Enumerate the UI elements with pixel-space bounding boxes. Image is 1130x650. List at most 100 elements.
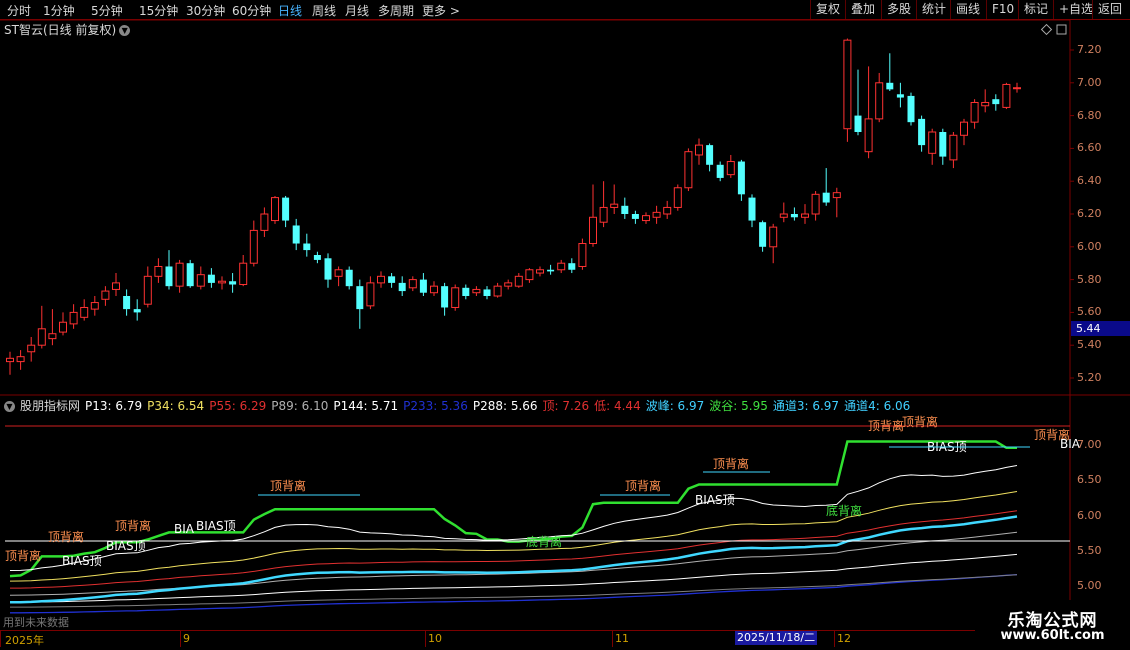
candle-body: [716, 164, 724, 178]
p13-line: [9, 465, 1018, 571]
indicator-value: 波峰: 6.97: [645, 399, 705, 413]
candle-body: [706, 145, 714, 165]
collapse-icon[interactable]: ▼: [4, 401, 15, 412]
candle: [292, 218, 300, 251]
candle: [249, 220, 258, 267]
candle-body: [610, 203, 619, 208]
candle-body: [918, 118, 926, 146]
price-tick: 5.60: [1077, 305, 1102, 319]
indicator-annotation: 顶背离: [902, 414, 938, 429]
candle-body: [366, 282, 375, 307]
candle: [737, 159, 745, 201]
candle-body: [525, 269, 534, 281]
candle: [282, 195, 290, 228]
candle-body: [536, 269, 544, 274]
candle: [981, 89, 990, 113]
indicator-value: P288: 5.66: [472, 399, 538, 413]
indicator-annotation: 底背离: [826, 503, 862, 518]
candle: [112, 273, 120, 296]
candle-body: [345, 269, 353, 287]
candle: [345, 266, 353, 290]
candle: [218, 276, 226, 290]
candle: [493, 282, 502, 298]
candle-body: [388, 276, 396, 283]
candle: [143, 266, 152, 308]
candle: [589, 184, 597, 247]
candle: [886, 53, 894, 91]
indicator-name[interactable]: 股朋指标网: [20, 399, 80, 413]
candle-body: [695, 144, 703, 156]
candle: [790, 207, 798, 221]
candle-body: [684, 151, 693, 189]
candle: [154, 258, 163, 283]
candle-body: [112, 282, 120, 290]
candle: [334, 266, 343, 287]
candle: [621, 197, 629, 219]
candle-body: [578, 243, 587, 267]
candle: [175, 259, 184, 293]
candle-body: [939, 132, 947, 157]
indicator-value: P89: 6.10: [271, 399, 329, 413]
indicator-value: P55: 6.29: [209, 399, 267, 413]
candle-body: [886, 82, 894, 90]
candle-body: [547, 269, 555, 272]
candle: [123, 289, 131, 316]
indicator-value: P34: 6.54: [147, 399, 205, 413]
candle-body: [260, 213, 269, 231]
candle-body: [504, 282, 513, 287]
candle: [229, 273, 237, 293]
indicator-header: ▼ 股朋指标网 P13: 6.79 P34: 6.54 P55: 6.29 P89: 6.…: [4, 397, 920, 414]
watermark-url: www.60lt.com: [1000, 628, 1105, 643]
price-tick: 7.00: [1077, 75, 1102, 89]
indicator-value: 通道3: 6.97: [772, 399, 840, 413]
indicator-value: P13: 6.79: [85, 399, 143, 413]
candle: [462, 284, 470, 300]
candle-body: [843, 39, 852, 130]
watermark-logo: 乐淘公式网 www.60lt.com: [975, 600, 1130, 650]
candle-body: [313, 255, 321, 260]
candle-body: [769, 226, 778, 248]
indicator-annotation: 底背离: [526, 534, 562, 549]
candle: [6, 351, 14, 375]
candle: [832, 187, 841, 218]
candle: [1013, 82, 1021, 93]
candle-body: [970, 101, 979, 123]
candle: [970, 99, 979, 129]
indicator-annotations: 顶背离顶背离顶背离顶背离 顶背离顶背离顶背离顶背离顶背离底背离底背离BIAS顶BI…: [5, 414, 1081, 568]
candle: [779, 202, 788, 223]
candle: [366, 276, 375, 310]
candle: [16, 350, 25, 370]
candle: [726, 154, 735, 178]
candle: [822, 168, 830, 206]
candle-body: [568, 263, 576, 270]
candle: [610, 184, 619, 214]
candle: [514, 273, 523, 288]
candle-body: [143, 275, 152, 305]
candle-body: [832, 192, 841, 199]
price-tick: 6.40: [1077, 174, 1102, 188]
candle: [896, 82, 904, 108]
candle: [356, 279, 364, 329]
candle-body: [59, 321, 67, 333]
p233-line: [10, 573, 1018, 614]
indicator-annotation: BIAS顶: [196, 519, 236, 533]
candle: [408, 276, 417, 292]
candle: [769, 223, 778, 264]
price-tick: 6.60: [1077, 141, 1102, 155]
indicator-tick: 6.50: [1077, 473, 1102, 487]
candle-body: [726, 161, 735, 176]
candle-body: [493, 285, 502, 297]
candle-body: [218, 280, 226, 284]
candle: [27, 337, 36, 362]
indicator-tick: 6.00: [1077, 508, 1102, 522]
candle-body: [928, 131, 937, 154]
indicator-tick: 5.50: [1077, 543, 1102, 557]
indicator-annotation: 顶背离: [270, 478, 306, 493]
candle: [706, 143, 714, 172]
candle: [483, 286, 491, 300]
candle-body: [472, 288, 481, 294]
candle: [684, 148, 693, 192]
candle-body: [123, 296, 131, 310]
indicator-annotation: 顶背离: [5, 548, 41, 563]
price-tick: 6.80: [1077, 108, 1102, 122]
